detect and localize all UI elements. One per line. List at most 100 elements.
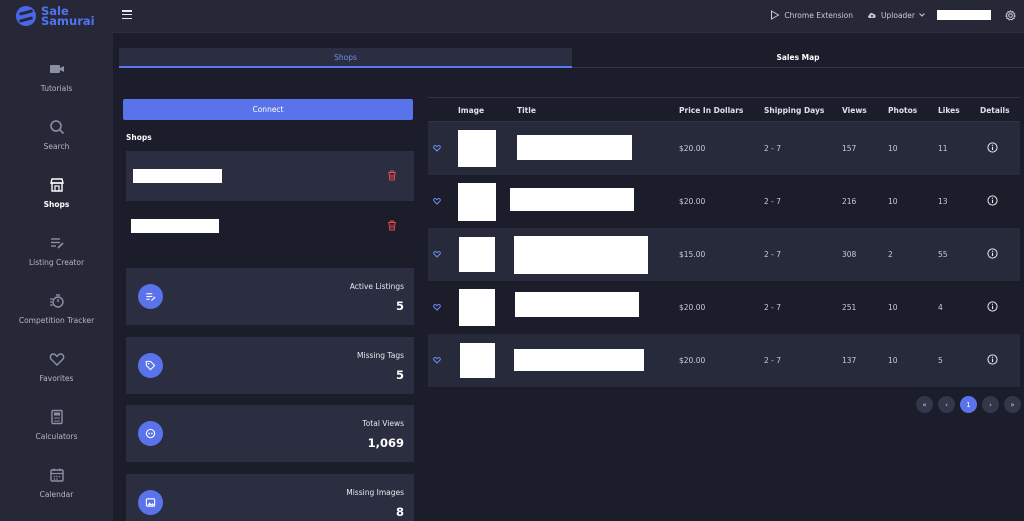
- pagination-next-button[interactable]: ›: [982, 396, 999, 413]
- table-row[interactable]: $20.00 2 - 7 216 10 13: [428, 175, 1020, 228]
- heart-icon: [49, 353, 64, 366]
- tab-shops[interactable]: Shops: [119, 48, 572, 68]
- stat-label: Active Listings: [349, 282, 404, 291]
- listing-image[interactable]: [460, 343, 495, 378]
- heart-icon[interactable]: [433, 197, 441, 205]
- photos-cell: 10: [888, 144, 898, 153]
- stat-card-missing-tags: Missing Tags 5: [126, 337, 414, 394]
- listings-table: Image Title Price In Dollars Shipping Da…: [428, 97, 1020, 387]
- listing-title-redacted[interactable]: [514, 236, 648, 274]
- photos-cell: 2: [888, 250, 893, 259]
- pagination-page-button[interactable]: 1: [960, 396, 977, 413]
- sidebar-item-favorites[interactable]: Favorites: [0, 338, 113, 396]
- topbar: Chrome Extension Uploader: [113, 0, 1024, 33]
- listing-title-redacted[interactable]: [517, 135, 632, 160]
- sidebar-item-listing-creator[interactable]: Listing Creator: [0, 222, 113, 280]
- info-icon[interactable]: [987, 248, 998, 259]
- stat-card-total-views: Total Views 1,069: [126, 405, 414, 462]
- column-header[interactable]: Views: [842, 106, 867, 115]
- price-cell: $15.00: [679, 250, 706, 259]
- shipping-cell: 2 - 7: [764, 303, 782, 312]
- likes-cell: 5: [938, 356, 943, 365]
- listing-image[interactable]: [458, 183, 496, 221]
- uploader-dropdown[interactable]: Uploader: [867, 11, 925, 20]
- heart-icon[interactable]: [433, 356, 441, 364]
- likes-cell: 13: [938, 197, 948, 206]
- sidebar-item-calculators[interactable]: Calculators: [0, 396, 113, 454]
- table-row[interactable]: $20.00 2 - 7 137 10 5: [428, 334, 1020, 387]
- pagination-last-button[interactable]: »: [1004, 396, 1021, 413]
- shop-list-item[interactable]: [126, 151, 414, 201]
- heart-icon[interactable]: [433, 250, 441, 258]
- pagination-first-button[interactable]: «: [916, 396, 933, 413]
- column-header[interactable]: Likes: [938, 106, 960, 115]
- chrome-extension-label: Chrome Extension: [784, 10, 854, 20]
- image-icon: [145, 498, 156, 507]
- sidebar-item-label: Search: [43, 142, 70, 151]
- search-icon: [49, 120, 64, 135]
- shop-list-item[interactable]: [126, 201, 414, 251]
- sidebar-item-label: Calendar: [39, 490, 74, 499]
- listing-image[interactable]: [459, 289, 495, 326]
- pagination: « ‹ 1 › »: [916, 396, 1021, 413]
- table-row[interactable]: $20.00 2 - 7 251 10 4: [428, 281, 1020, 334]
- settings-button[interactable]: [1005, 9, 1016, 21]
- listing-title-redacted[interactable]: [515, 292, 639, 317]
- price-cell: $20.00: [679, 303, 706, 312]
- sidebar-item-shops[interactable]: Shops: [0, 164, 113, 222]
- video-icon: [49, 65, 64, 73]
- column-header[interactable]: Price In Dollars: [679, 106, 743, 115]
- stat-value: 5: [395, 299, 404, 313]
- logo[interactable]: Sale Samurai: [16, 5, 95, 27]
- sidebar-item-calendar[interactable]: Calendar: [0, 454, 113, 512]
- sidebar-item-label: Tutorials: [40, 84, 73, 93]
- gear-icon: [1005, 9, 1016, 21]
- listing-image[interactable]: [459, 237, 495, 272]
- shop-name-redacted: [133, 169, 222, 183]
- price-cell: $20.00: [679, 356, 706, 365]
- info-icon[interactable]: [987, 195, 998, 206]
- listing-title-redacted[interactable]: [510, 188, 634, 211]
- info-icon[interactable]: [987, 142, 998, 153]
- trash-icon[interactable]: [387, 220, 397, 231]
- shipping-cell: 2 - 7: [764, 144, 782, 153]
- calendar-icon: [49, 468, 64, 482]
- sidebar-item-label: Favorites: [39, 374, 74, 383]
- likes-cell: 4: [938, 303, 943, 312]
- table-row[interactable]: $20.00 2 - 7 157 10 11: [428, 122, 1020, 175]
- uploader-label: Uploader: [881, 10, 915, 20]
- column-header[interactable]: Image: [458, 106, 484, 115]
- sidebar-item-search[interactable]: Search: [0, 106, 113, 164]
- list-edit-icon: [146, 293, 156, 302]
- photos-cell: 10: [888, 303, 898, 312]
- trash-icon[interactable]: [387, 170, 397, 181]
- listing-image[interactable]: [458, 130, 496, 167]
- chrome-extension-link[interactable]: Chrome Extension: [770, 10, 853, 20]
- column-header[interactable]: Title: [517, 106, 536, 115]
- info-icon[interactable]: [987, 354, 998, 365]
- photos-cell: 10: [888, 356, 898, 365]
- hamburger-menu-icon[interactable]: [122, 10, 132, 20]
- sidebar-item-label: Competition Tracker: [18, 316, 95, 325]
- tab-sales-map[interactable]: Sales Map: [572, 48, 1024, 68]
- connect-button[interactable]: Connect: [123, 99, 413, 120]
- listing-title-redacted[interactable]: [514, 349, 644, 371]
- pagination-prev-button[interactable]: ‹: [938, 396, 955, 413]
- chevron-down-icon: [919, 13, 925, 17]
- calculator-icon: [50, 409, 63, 425]
- sidebar-item-tutorials[interactable]: Tutorials: [0, 48, 113, 106]
- column-header[interactable]: Shipping Days: [764, 106, 824, 115]
- shop-list: [126, 151, 414, 252]
- heart-icon[interactable]: [433, 144, 441, 152]
- info-icon[interactable]: [987, 301, 998, 312]
- shipping-cell: 2 - 7: [764, 250, 782, 259]
- list-edit-icon: [50, 238, 64, 249]
- column-header[interactable]: Details: [980, 106, 1010, 115]
- sidebar-nav: Tutorials Search Shops Listing Creator C…: [0, 48, 113, 512]
- table-row[interactable]: $15.00 2 - 7 308 2 55: [428, 228, 1020, 281]
- user-name-redacted[interactable]: [937, 10, 991, 20]
- sidebar-item-competition-tracker[interactable]: Competition Tracker: [0, 280, 113, 338]
- column-header[interactable]: Photos: [888, 106, 917, 115]
- heart-icon[interactable]: [433, 303, 441, 311]
- shop-name-redacted: [131, 219, 219, 233]
